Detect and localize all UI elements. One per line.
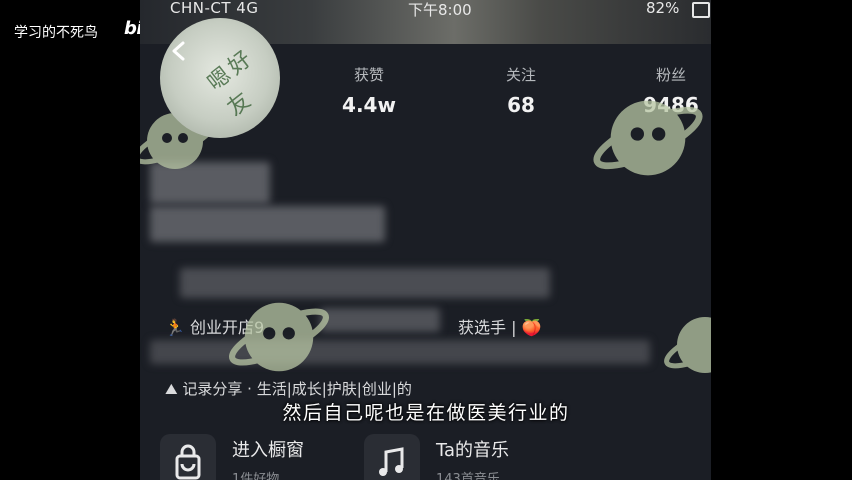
battery-icon (692, 2, 710, 18)
stat-following-label: 关注 (505, 66, 536, 84)
peach-icon: 🍑 (521, 318, 542, 337)
watermark-planet-icon (664, 317, 711, 373)
back-arrow-icon[interactable] (168, 40, 190, 62)
blurred-bio-middle (320, 308, 440, 332)
bio-line-1-tail: 获选手 | 🍑 (458, 314, 542, 338)
stat-likes[interactable]: 获赞 4.4w (324, 64, 414, 117)
stat-likes-label: 获赞 (353, 66, 384, 84)
stat-likes-value: 4.4w (342, 93, 396, 117)
storefront-title: 进入橱窗 (232, 440, 304, 461)
sparkle-icon: ⛰ (165, 380, 178, 398)
storefront-entry[interactable]: 进入橱窗 1件好物 (160, 432, 360, 480)
avatar[interactable]: 嗯好友 (160, 18, 280, 138)
stat-following-value: 68 (507, 93, 535, 117)
music-icon-box (364, 434, 420, 480)
carrier-label: CHN-CT 4G (170, 0, 259, 17)
bio-line-1-tail-text: 获选手 | (458, 318, 517, 337)
music-note-icon (379, 447, 404, 476)
stat-following[interactable]: 关注 68 (476, 64, 566, 117)
music-title: Ta的音乐 (436, 440, 510, 461)
battery-percent: 82% (646, 0, 680, 17)
clock: 下午8:00 (408, 1, 472, 19)
music-subtitle: 143首音乐 (436, 472, 500, 480)
watermark-planet-icon (229, 302, 329, 372)
blurred-nickname-2 (150, 206, 385, 242)
uploader-name: 学习的不死鸟 (14, 25, 98, 41)
shopping-bag-icon (175, 444, 201, 480)
runner-icon: 🏃 (165, 318, 185, 337)
video-subtitle: 然后自己呢也是在做医美行业的 (282, 402, 570, 424)
storefront-subtitle: 1件好物 (232, 472, 280, 480)
watermark-planet-icon (593, 100, 703, 176)
status-bar: CHN-CT 4G 下午8:00 82% (140, 0, 711, 20)
music-entry[interactable]: Ta的音乐 143首音乐 (364, 432, 584, 480)
avatar-text: 嗯好友 (203, 44, 260, 122)
storefront-icon-box (160, 434, 216, 480)
